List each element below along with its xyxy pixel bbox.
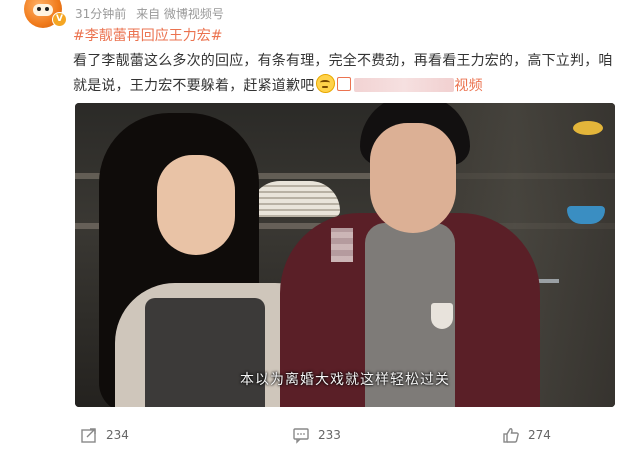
post-source[interactable]: 来自 微博视频号 [136,7,224,21]
hoodie-logo-icon [431,303,453,329]
link-icon [337,77,352,91]
video-link[interactable]: 视频 [337,77,483,94]
topic-link[interactable]: #李靓蕾再回应王力宏# [73,25,222,45]
post-meta: 31分钟前 来自 微博视频号 [75,5,230,22]
emoji-icon [316,74,336,93]
like-button[interactable]: 274 [502,420,551,450]
share-button[interactable]: 234 [80,420,129,450]
mosaic-watermark [331,228,353,262]
bowl-icon [573,121,603,135]
comment-icon [293,428,309,444]
redacted-link-text [354,78,455,92]
comment-button[interactable]: 233 [292,420,341,450]
plates-image [250,181,340,217]
video-player[interactable]: 本以为离婚大戏就这样轻松过关 [75,103,615,407]
action-bar: 234 233 274 [0,420,640,450]
share-count: 234 [106,428,129,442]
share-icon [81,428,96,443]
video-subtitle: 本以为离婚大戏就这样轻松过关 [240,372,450,388]
thumbs-up-icon [503,428,519,443]
like-count: 274 [528,428,551,442]
verified-badge-icon: V [52,12,67,27]
post-time[interactable]: 31分钟前 [75,7,126,21]
video-link-label: 视频 [454,78,483,94]
comment-count: 233 [318,428,341,442]
post-body: 看了李靓蕾这么多次的回应，有条有理，完全不费劲，再看看王力宏的，高下立判，咱就是… [73,49,621,99]
